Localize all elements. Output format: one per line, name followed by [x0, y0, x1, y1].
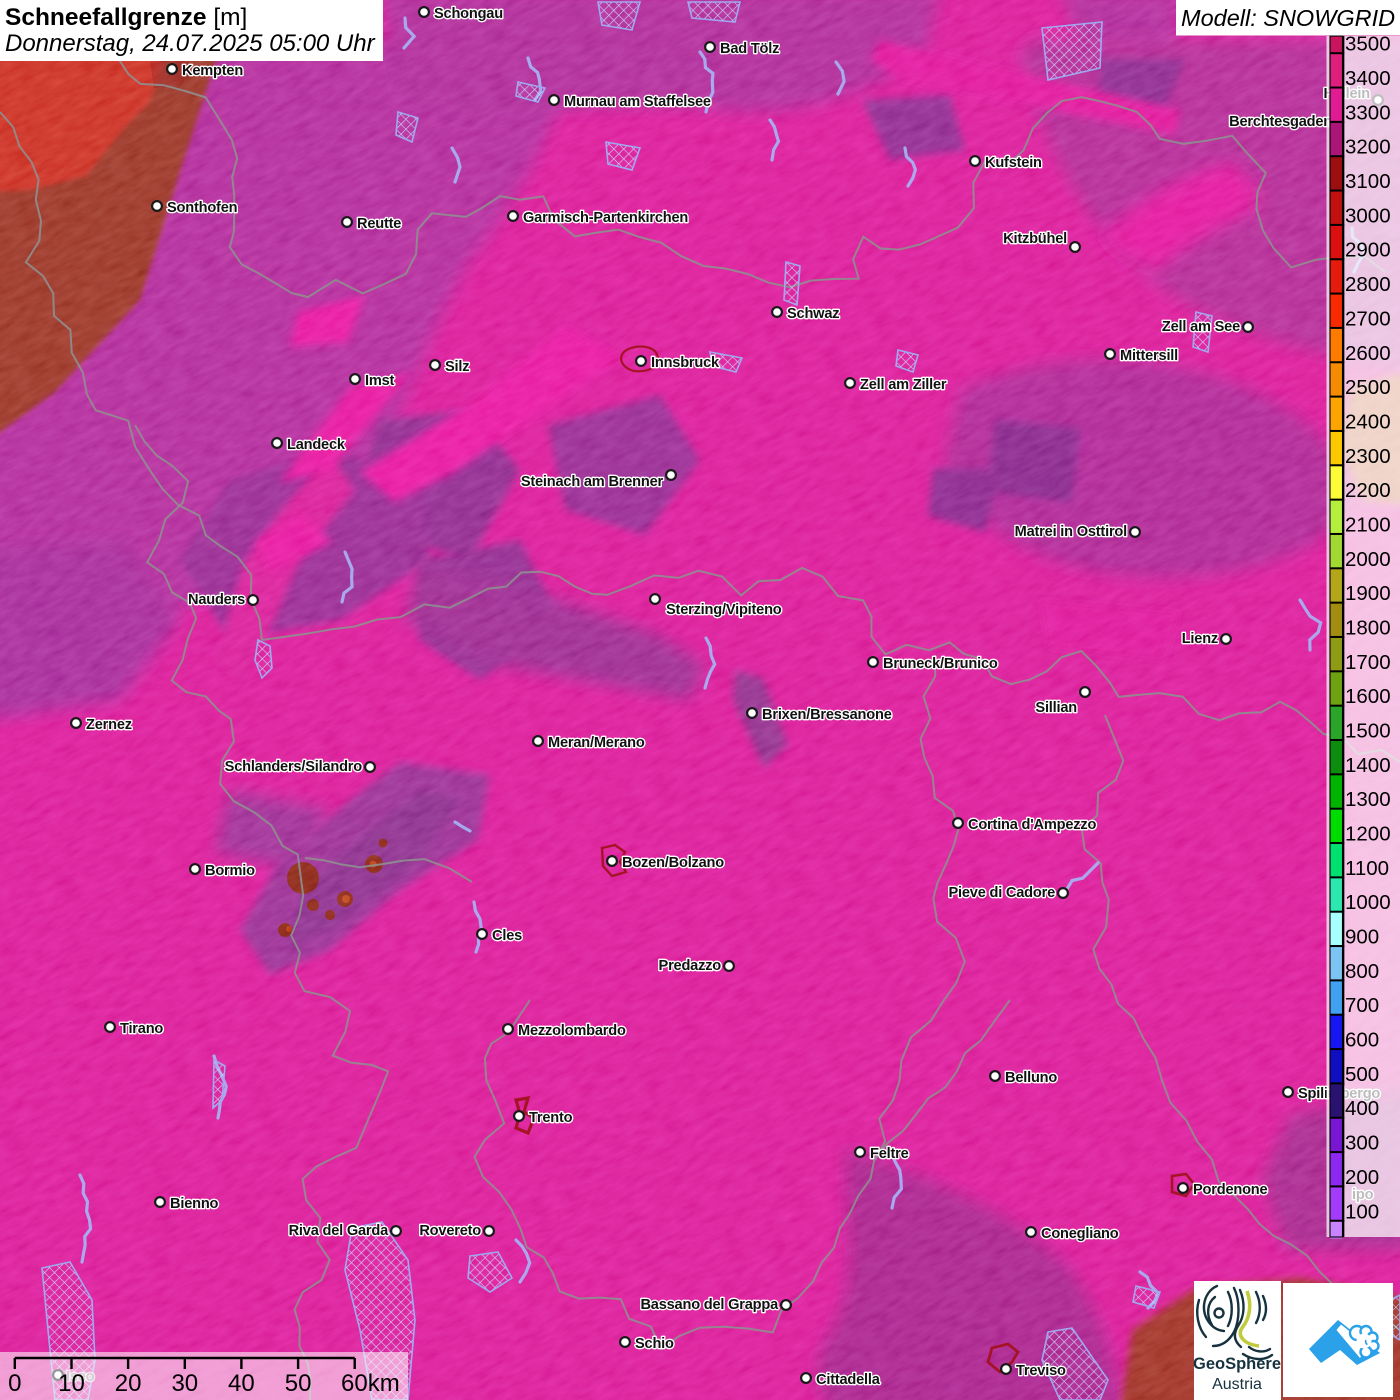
svg-text:Mezzolombardo: Mezzolombardo — [518, 1023, 626, 1039]
svg-text:20: 20 — [115, 1370, 142, 1397]
svg-text:Conegliano: Conegliano — [1041, 1226, 1119, 1242]
svg-text:Bormio: Bormio — [205, 863, 255, 879]
svg-text:2300: 2300 — [1345, 445, 1391, 468]
svg-text:Steinach am Brenner: Steinach am Brenner — [521, 474, 664, 490]
svg-text:600: 600 — [1345, 1029, 1379, 1052]
svg-text:Brixen/Bressanone: Brixen/Bressanone — [762, 707, 892, 723]
svg-text:1200: 1200 — [1345, 823, 1391, 846]
svg-text:Modell: SNOWGRID: Modell: SNOWGRID — [1181, 5, 1395, 31]
svg-text:2400: 2400 — [1345, 410, 1391, 433]
svg-text:1100: 1100 — [1345, 857, 1389, 880]
svg-text:3200: 3200 — [1345, 136, 1391, 159]
svg-text:2900: 2900 — [1345, 239, 1391, 262]
svg-text:2600: 2600 — [1345, 342, 1391, 365]
svg-text:Treviso: Treviso — [1016, 1363, 1066, 1379]
svg-text:Reutte: Reutte — [357, 216, 401, 232]
svg-text:Bozen/Bolzano: Bozen/Bolzano — [622, 855, 724, 871]
svg-text:Sillian: Sillian — [1035, 700, 1077, 716]
svg-text:60km: 60km — [341, 1370, 400, 1397]
svg-text:Silz: Silz — [445, 359, 469, 375]
svg-text:Zell am Ziller: Zell am Ziller — [860, 377, 947, 393]
svg-text:200: 200 — [1345, 1166, 1379, 1189]
svg-text:3100: 3100 — [1345, 170, 1391, 193]
svg-text:Zernez: Zernez — [86, 717, 132, 733]
svg-text:1000: 1000 — [1345, 891, 1391, 914]
svg-text:2800: 2800 — [1345, 273, 1391, 296]
svg-text:Schwaz: Schwaz — [787, 306, 839, 322]
svg-text:GeoSphere: GeoSphere — [1193, 1355, 1281, 1373]
svg-text:Bienno: Bienno — [170, 1196, 219, 1212]
svg-text:900: 900 — [1345, 926, 1379, 949]
svg-text:Cortina d'Ampezzo: Cortina d'Ampezzo — [968, 817, 1096, 833]
svg-text:2700: 2700 — [1345, 307, 1391, 330]
svg-text:Meran/Merano: Meran/Merano — [548, 735, 645, 751]
svg-text:1900: 1900 — [1345, 582, 1391, 605]
svg-text:400: 400 — [1345, 1097, 1379, 1120]
svg-text:Schongau: Schongau — [434, 6, 503, 22]
svg-text:1500: 1500 — [1345, 720, 1391, 743]
svg-text:30: 30 — [171, 1370, 198, 1397]
svg-text:Matrei in Osttirol: Matrei in Osttirol — [1015, 524, 1127, 540]
svg-text:Belluno: Belluno — [1005, 1070, 1057, 1086]
svg-text:Kitzbühel: Kitzbühel — [1003, 231, 1067, 247]
svg-text:Kufstein: Kufstein — [985, 155, 1042, 171]
svg-text:3500: 3500 — [1345, 33, 1391, 56]
svg-text:Landeck: Landeck — [287, 437, 346, 453]
svg-text:Berchtesgaden: Berchtesgaden — [1229, 114, 1332, 130]
svg-text:700: 700 — [1345, 994, 1379, 1017]
svg-text:Schlanders/Silandro: Schlanders/Silandro — [225, 759, 363, 775]
svg-text:Sterzing/Vipiteno: Sterzing/Vipiteno — [666, 602, 782, 618]
svg-text:Trento: Trento — [529, 1110, 573, 1126]
svg-text:Cittadella: Cittadella — [816, 1372, 881, 1388]
svg-text:Lienz: Lienz — [1182, 631, 1218, 647]
svg-text:Bruneck/Brunico: Bruneck/Brunico — [883, 656, 998, 672]
svg-text:2500: 2500 — [1345, 376, 1391, 399]
svg-text:Sonthofen: Sonthofen — [167, 200, 238, 216]
svg-text:100: 100 — [1345, 1200, 1379, 1223]
svg-text:Kempten: Kempten — [182, 63, 243, 79]
svg-text:3300: 3300 — [1345, 101, 1391, 124]
svg-text:500: 500 — [1345, 1063, 1379, 1086]
svg-text:40: 40 — [228, 1370, 255, 1397]
svg-text:Garmisch-Partenkirchen: Garmisch-Partenkirchen — [523, 210, 688, 226]
svg-text:3400: 3400 — [1345, 67, 1391, 90]
svg-text:Austria: Austria — [1212, 1376, 1262, 1393]
svg-text:Cles: Cles — [492, 928, 522, 944]
svg-text:Pordenone: Pordenone — [1193, 1182, 1268, 1198]
svg-text:Bad Tölz: Bad Tölz — [720, 41, 779, 57]
svg-text:Schio: Schio — [635, 1336, 674, 1352]
svg-text:800: 800 — [1345, 960, 1379, 983]
svg-text:Predazzo: Predazzo — [659, 958, 722, 974]
svg-text:2200: 2200 — [1345, 479, 1391, 502]
svg-text:300: 300 — [1345, 1132, 1379, 1155]
svg-text:Pieve di Cadore: Pieve di Cadore — [949, 885, 1056, 901]
svg-text:50: 50 — [285, 1370, 312, 1397]
svg-text:Riva del Garda: Riva del Garda — [289, 1223, 389, 1239]
svg-text:Rovereto: Rovereto — [419, 1223, 481, 1239]
svg-text:1700: 1700 — [1345, 651, 1391, 674]
svg-text:Schneefallgrenze [m]: Schneefallgrenze [m] — [5, 4, 247, 31]
svg-text:2000: 2000 — [1345, 548, 1391, 571]
svg-text:Murnau am Staffelsee: Murnau am Staffelsee — [564, 94, 711, 110]
svg-text:Tirano: Tirano — [120, 1021, 163, 1037]
svg-text:Innsbruck: Innsbruck — [651, 355, 720, 371]
svg-text:1600: 1600 — [1345, 685, 1391, 708]
svg-text:Feltre: Feltre — [870, 1146, 909, 1162]
svg-text:1800: 1800 — [1345, 616, 1391, 639]
svg-text:2100: 2100 — [1345, 513, 1391, 536]
svg-text:Donnerstag, 24.07.2025 05:00 U: Donnerstag, 24.07.2025 05:00 Uhr — [5, 30, 376, 57]
svg-text:Bassano del Grappa: Bassano del Grappa — [640, 1297, 779, 1313]
svg-text:Mittersill: Mittersill — [1120, 348, 1178, 364]
svg-text:10: 10 — [58, 1370, 85, 1397]
svg-text:1300: 1300 — [1345, 788, 1391, 811]
svg-text:0: 0 — [8, 1370, 21, 1397]
svg-text:Imst: Imst — [365, 373, 395, 389]
svg-text:Zell am See: Zell am See — [1162, 319, 1240, 335]
svg-text:3000: 3000 — [1345, 204, 1391, 227]
svg-text:1400: 1400 — [1345, 754, 1391, 777]
svg-text:Nauders: Nauders — [188, 592, 245, 608]
